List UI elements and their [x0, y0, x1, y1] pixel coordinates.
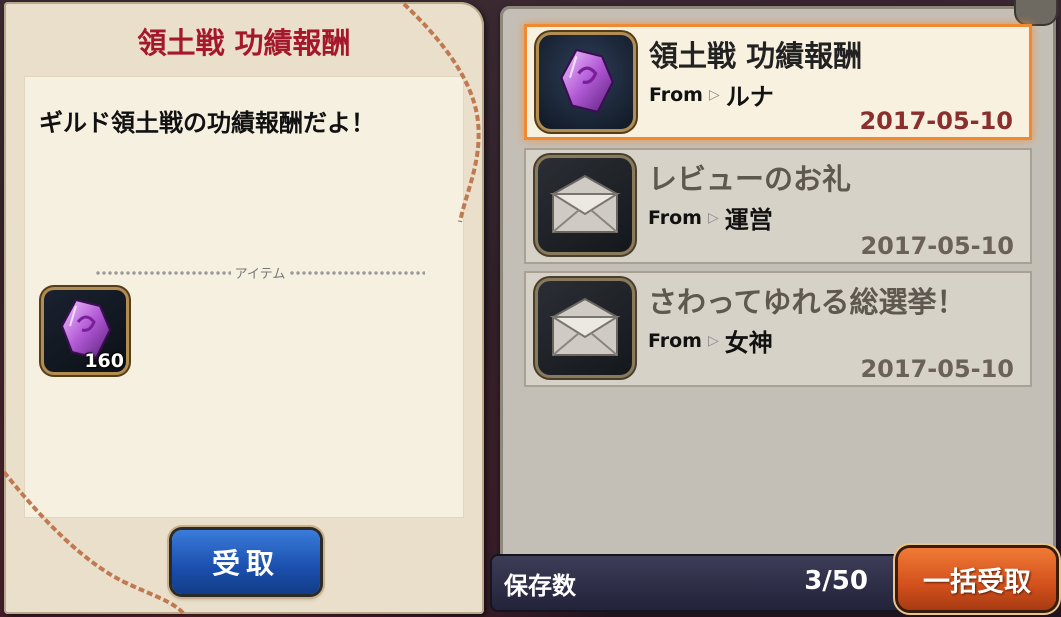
mail-sender: From ▷ 女神 [648, 323, 773, 358]
from-label: From [648, 206, 702, 229]
mail-date: 2017-05-10 [860, 232, 1014, 260]
play-arrow-icon: ▷ [708, 332, 719, 349]
from-label: From [649, 83, 703, 106]
items-divider: アイテム [95, 263, 426, 282]
mail-title: 領土戦 功績報酬 [649, 39, 863, 73]
storage-label: 保存数 [504, 572, 576, 600]
reward-item-slot[interactable]: 160 [44, 290, 126, 372]
sender-name: ルナ [725, 83, 774, 111]
mail-date: 2017-05-10 [859, 107, 1013, 135]
letter-message: ギルド領土戦の功績報酬だよ！ [39, 109, 375, 137]
purple-crystal-icon [560, 48, 614, 114]
envelope-icon [549, 297, 621, 356]
mail-item-icon [538, 281, 632, 375]
bulk-receive-button[interactable]: 一括受取 [898, 548, 1056, 610]
mail-title: レビューのお礼 [648, 162, 852, 196]
mail-item-icon [539, 35, 633, 129]
mail-title: さわってゆれる総選挙！ [648, 285, 966, 319]
play-arrow-icon: ▷ [709, 86, 720, 103]
play-arrow-icon: ▷ [708, 209, 719, 226]
items-label: アイテム [234, 267, 286, 282]
mail-row[interactable]: さわってゆれる総選挙！ From ▷ 女神 2017-05-10 [524, 271, 1032, 387]
mail-sender: From ▷ 運営 [648, 200, 773, 235]
envelope-icon [549, 174, 621, 233]
receive-button[interactable]: 受取 [172, 530, 320, 594]
letter-detail-panel: 領土戦 功績報酬 ギルド領土戦の功績報酬だよ！ アイテム 160 受取 [4, 2, 484, 614]
mail-row[interactable]: レビューのお礼 From ▷ 運営 2017-05-10 [524, 148, 1032, 264]
sender-name: 運営 [724, 206, 773, 234]
storage-bar: 保存数 3/50 [492, 556, 904, 610]
from-label: From [648, 329, 702, 352]
mail-date: 2017-05-10 [860, 355, 1014, 383]
close-tab[interactable] [1016, 0, 1056, 24]
reward-item-count: 160 [84, 350, 124, 372]
sender-name: 女神 [724, 329, 773, 357]
storage-count: 3/50 [804, 566, 868, 596]
mail-row[interactable]: 領土戦 功績報酬 From ▷ ルナ 2017-05-10 [524, 24, 1032, 140]
mail-sender: From ▷ ルナ [649, 77, 774, 112]
letter-title: 領土戦 功績報酬 [137, 26, 351, 60]
mail-item-icon [538, 158, 632, 252]
